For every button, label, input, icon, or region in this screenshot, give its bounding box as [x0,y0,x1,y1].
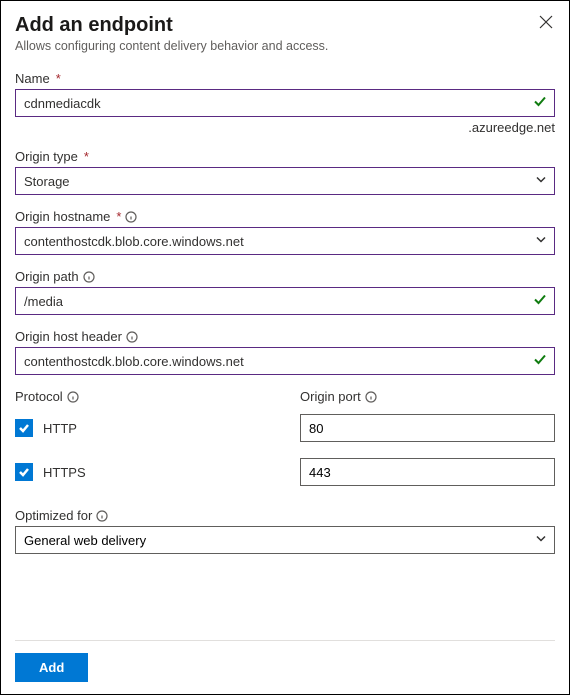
origin-host-header-label: Origin host header [15,329,122,344]
info-icon[interactable] [83,271,95,283]
check-icon [533,95,547,112]
https-label: HTTPS [43,465,86,480]
http-label: HTTP [43,421,77,436]
close-icon [539,15,553,29]
origin-hostname-label: Origin hostname [15,209,110,224]
protocol-label: Protocol [15,389,63,404]
close-button[interactable] [537,13,555,34]
check-icon [533,293,547,310]
origin-path-input[interactable] [15,287,555,315]
page-title: Add an endpoint [15,13,328,37]
name-input[interactable] [15,89,555,117]
https-port-input[interactable] [300,458,555,486]
origin-type-label: Origin type [15,149,78,164]
origin-type-select[interactable] [15,167,555,195]
optimized-for-label: Optimized for [15,508,92,523]
origin-host-header-input[interactable] [15,347,555,375]
info-icon[interactable] [67,391,79,403]
origin-port-label: Origin port [300,389,361,404]
origin-hostname-select[interactable] [15,227,555,255]
info-icon[interactable] [125,211,137,223]
info-icon[interactable] [365,391,377,403]
info-icon[interactable] [126,331,138,343]
https-checkbox[interactable] [15,463,33,481]
name-label: Name [15,71,50,86]
http-checkbox[interactable] [15,419,33,437]
origin-path-label: Origin path [15,269,79,284]
name-suffix: .azureedge.net [15,120,555,135]
required-indicator: * [84,149,89,164]
optimized-for-select[interactable] [15,526,555,554]
required-indicator: * [116,209,121,224]
http-port-input[interactable] [300,414,555,442]
required-indicator: * [56,71,61,86]
info-icon[interactable] [96,510,108,522]
page-subtitle: Allows configuring content delivery beha… [15,39,328,53]
check-icon [533,353,547,370]
add-button[interactable]: Add [15,653,88,682]
